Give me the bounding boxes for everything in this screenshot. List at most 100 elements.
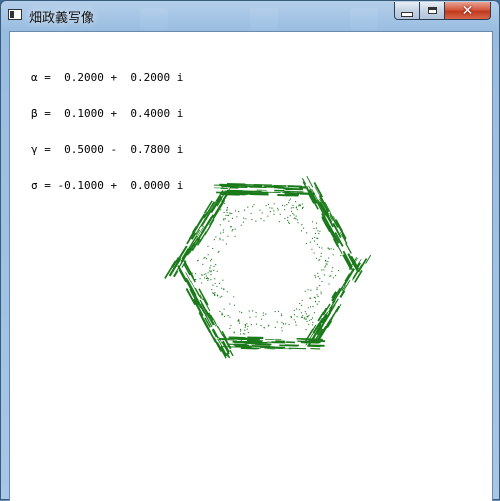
canvas-area[interactable]: α = 0.2000 + 0.2000 i β = 0.1000 + 0.400… bbox=[9, 31, 493, 501]
fractal-point bbox=[286, 204, 287, 205]
title-bar[interactable]: 畑政義写像 ✕ bbox=[1, 1, 499, 29]
fractal-point bbox=[317, 244, 318, 245]
fractal-point bbox=[214, 278, 215, 279]
fractal-point bbox=[215, 236, 216, 237]
fractal-point bbox=[297, 316, 298, 317]
fractal-point bbox=[302, 317, 303, 318]
fractal-streak bbox=[355, 270, 362, 282]
fractal-point bbox=[317, 294, 318, 295]
fractal-point bbox=[221, 288, 222, 289]
param-value: = 0.1000 + 0.4000 i bbox=[38, 107, 184, 120]
fractal-point bbox=[314, 252, 315, 253]
fractal-point bbox=[263, 312, 264, 313]
minimize-button[interactable] bbox=[394, 2, 420, 20]
fractal-point bbox=[244, 330, 245, 331]
fractal-point bbox=[320, 291, 321, 292]
fractal-point bbox=[225, 218, 226, 219]
fractal-point bbox=[229, 317, 230, 318]
fractal-point bbox=[234, 305, 235, 306]
fractal-point bbox=[208, 272, 209, 273]
fractal-point bbox=[252, 206, 253, 207]
fractal-point bbox=[317, 296, 318, 297]
fractal-point bbox=[232, 230, 233, 231]
param-sigma: σ = -0.1000 + 0.0000 i bbox=[31, 180, 183, 192]
fractal-point bbox=[222, 280, 223, 281]
fractal-point bbox=[212, 285, 213, 286]
fractal-point bbox=[206, 278, 207, 279]
fractal-point bbox=[192, 276, 193, 277]
fractal-point bbox=[211, 289, 212, 290]
fractal-point bbox=[312, 221, 313, 222]
fractal-streak bbox=[220, 194, 240, 195]
fractal-point bbox=[210, 265, 211, 266]
fractal-streak bbox=[230, 350, 233, 356]
fractal-point bbox=[220, 239, 221, 240]
fractal-point bbox=[287, 220, 288, 221]
param-symbol: α bbox=[31, 71, 38, 84]
window-title: 畑政義写像 bbox=[29, 7, 94, 26]
app-icon[interactable] bbox=[8, 9, 22, 20]
fractal-point bbox=[249, 310, 250, 311]
fractal-point bbox=[309, 320, 310, 321]
close-button[interactable]: ✕ bbox=[444, 2, 491, 20]
fractal-streak bbox=[307, 176, 313, 187]
fractal-streak bbox=[337, 304, 342, 311]
fractal-point bbox=[275, 311, 276, 312]
fractal-point bbox=[271, 208, 272, 209]
fractal-point bbox=[312, 238, 313, 239]
fractal-point bbox=[210, 274, 211, 275]
fractal-point bbox=[217, 271, 218, 272]
fractal-point bbox=[233, 296, 234, 297]
fractal-point bbox=[316, 223, 317, 224]
fractal-point bbox=[207, 280, 208, 281]
fractal-point bbox=[316, 238, 317, 239]
fractal-point bbox=[294, 314, 295, 315]
fractal-point bbox=[303, 228, 304, 229]
fractal-point bbox=[201, 282, 202, 283]
maximize-button[interactable] bbox=[419, 2, 445, 20]
fractal-point bbox=[287, 217, 288, 218]
fractal-point bbox=[297, 219, 298, 220]
fractal-point bbox=[332, 267, 333, 268]
fractal-point bbox=[211, 259, 212, 260]
fractal-point bbox=[267, 216, 268, 217]
fractal-point bbox=[232, 218, 233, 219]
fractal-point bbox=[290, 215, 291, 216]
fractal-point bbox=[210, 260, 211, 261]
fractal-point bbox=[311, 319, 312, 320]
fractal-point bbox=[308, 289, 309, 290]
fractal-point bbox=[305, 311, 306, 312]
fractal-point bbox=[321, 293, 322, 294]
fractal-point bbox=[291, 317, 292, 318]
fractal-streak bbox=[314, 182, 322, 197]
fractal-point bbox=[281, 327, 282, 328]
fractal-point bbox=[236, 216, 237, 217]
minimize-icon bbox=[401, 12, 413, 17]
fractal-point bbox=[227, 207, 228, 208]
fractal-point bbox=[192, 273, 193, 274]
param-gamma: γ = 0.5000 - 0.7800 i bbox=[31, 144, 183, 156]
param-value: = -0.1000 + 0.0000 i bbox=[38, 179, 184, 192]
fractal-point bbox=[212, 248, 213, 249]
fractal-point bbox=[244, 337, 245, 338]
fractal-point bbox=[295, 218, 296, 219]
fractal-point bbox=[226, 243, 227, 244]
fractal-point bbox=[311, 249, 312, 250]
fractal-point bbox=[217, 295, 218, 296]
fractal-point bbox=[317, 304, 318, 305]
fractal-point bbox=[204, 257, 205, 258]
fractal-point bbox=[338, 270, 339, 271]
fractal-point bbox=[308, 307, 309, 308]
fractal-point bbox=[204, 277, 205, 278]
fractal-point bbox=[256, 324, 257, 325]
fractal-point bbox=[219, 206, 220, 207]
fractal-point bbox=[301, 230, 302, 231]
fractal-point bbox=[280, 214, 281, 215]
fractal-streak bbox=[228, 344, 248, 345]
fractal-point bbox=[209, 270, 210, 271]
fractal-point bbox=[330, 275, 331, 276]
fractal-point bbox=[302, 315, 303, 316]
fractal-point bbox=[263, 315, 264, 316]
fractal-point bbox=[206, 258, 207, 259]
fractal-point bbox=[277, 208, 278, 209]
